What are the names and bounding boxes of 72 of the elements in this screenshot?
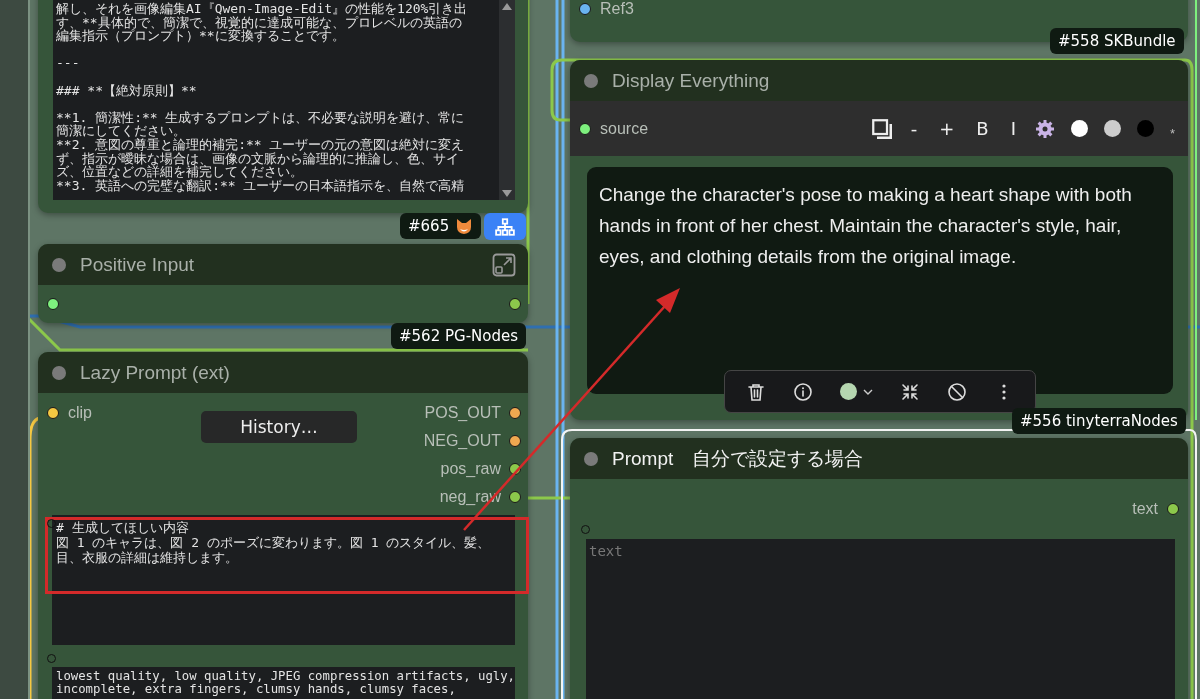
history-button[interactable]: History…: [201, 411, 357, 443]
node-title: Lazy Prompt (ext): [80, 361, 231, 384]
format-button[interactable]: -: [907, 118, 921, 139]
hierarchy-icon: [495, 216, 515, 237]
text-line: ず、指示が曖昧な場合は、画像の文脈から論理的に推論し、色、サイ: [56, 151, 459, 166]
collapse-dot-icon[interactable]: [52, 257, 66, 272]
fox-icon: [455, 217, 474, 235]
input-socket[interactable]: [579, 3, 591, 15]
text-line: 図 1 のキャラは、図 2 のポーズに変わります。図 1 のスタイル、髪、: [56, 535, 491, 550]
text-line: ### **【絶対原則】**: [56, 83, 197, 98]
text-line: **2. 意図の尊重と論理的補完:** ユーザーの元の意図は絶対に変え: [56, 137, 465, 152]
input-socket[interactable]: [47, 407, 59, 419]
text-line: incomplete, extra fingers, clumsy hands, clumsy faces,: [56, 683, 456, 696]
node-title: Positive Input: [80, 253, 196, 276]
text-area[interactable]: text: [586, 539, 1175, 699]
socket-label: NEG_OUT: [423, 432, 501, 450]
input-socket[interactable]: [579, 122, 591, 135]
hierarchy-button[interactable]: [484, 213, 526, 240]
collapse-dot-icon[interactable]: [584, 451, 598, 466]
collapse-dot-icon[interactable]: [584, 73, 598, 88]
bypass-icon[interactable]: [946, 381, 967, 402]
text-line: 簡潔にしてください。: [56, 124, 186, 138]
color-swatch[interactable]: [1136, 120, 1154, 137]
color-swatch[interactable]: [1070, 120, 1088, 137]
copy-icon[interactable]: [871, 118, 892, 139]
badge-text: #556 tinyterraNodes: [1020, 412, 1178, 430]
text-line: ---: [56, 56, 80, 70]
modified-marker: *: [1169, 126, 1175, 141]
text-area[interactable]: lowest quality, low quality, JPEG compression artifacts, ugly, incomplete, extra fingers, clumsy hands, clumsy faces,: [52, 667, 515, 699]
scroll-down-icon[interactable]: [501, 190, 513, 198]
input-socket[interactable]: [47, 298, 59, 310]
socket-label: Ref3: [600, 0, 634, 18]
text-line: 解し、それを画像編集AI『Qwen-Image-Edit』の性能を120%引き出: [56, 2, 468, 16]
badge-text: #665: [408, 217, 450, 235]
badge-text: #562 PG-Nodes: [399, 327, 518, 345]
socket-label: text: [1132, 500, 1158, 518]
trash-icon[interactable]: [746, 381, 767, 402]
format-button[interactable]: +: [936, 118, 958, 139]
node-title: Prompt 自分で設定する場合: [612, 446, 865, 471]
settings-icon[interactable]: [1034, 118, 1055, 139]
socket-label: POS_OUT: [424, 404, 501, 422]
scroll-up-icon[interactable]: [501, 2, 513, 10]
text-line: 目、衣服の詳細は維持します。: [56, 550, 238, 565]
output-socket[interactable]: [1167, 503, 1179, 515]
output-socket[interactable]: [509, 298, 521, 310]
collapse-dot-icon[interactable]: [52, 365, 66, 380]
color-picker-dot[interactable]: [840, 383, 858, 400]
socket-label: source: [600, 119, 649, 138]
text-line: ズ、位置などの詳細を補完してください。: [56, 165, 303, 179]
text-line: 編集指示（プロンプト）**に変換することです。: [56, 29, 345, 43]
color-swatch[interactable]: [1103, 120, 1121, 137]
collapse-icon[interactable]: [899, 381, 920, 402]
text-line: **1. 簡潔性:** 生成するプロンプトは、不必要な説明を避け、常に: [56, 110, 465, 125]
badge-text: #558 SKBundle: [1058, 32, 1176, 50]
expand-icon[interactable]: [492, 252, 516, 277]
output-socket[interactable]: [509, 491, 521, 503]
info-icon[interactable]: [793, 381, 814, 402]
output-socket[interactable]: [509, 407, 521, 419]
output-text: Change the character's pose to making a heart shape with both hands in front of her chest. Maintain the character's style, hair, eyes, and clothing details from the original image.: [587, 167, 1173, 394]
socket-label: pos_raw: [440, 460, 501, 478]
text-line: lowest quality, low quality, JPEG compression artifacts, ugly,: [56, 670, 515, 683]
scrollbar[interactable]: [499, 0, 515, 200]
text-line: # 生成してほしい内容: [56, 520, 189, 535]
text-area[interactable]: # 生成してほしい内容 図 1 のキャラは、図 2 のポーズに変わります。図 1 のスタイル、髪、 目、衣服の詳細は維持します。: [52, 515, 515, 645]
socket-label: clip: [68, 404, 92, 422]
node-title: Display Everything: [612, 69, 771, 92]
text-line: す、**具体的で、簡潔で、視覚的に達成可能な、プロレベルの英語の: [56, 15, 462, 30]
text-line: **3. 英語への完璧な翻訳:** ユーザーの日本語指示を、自然で高精: [56, 178, 465, 193]
format-button[interactable]: B: [973, 118, 992, 139]
output-socket[interactable]: [509, 435, 521, 447]
chevron-down-icon[interactable]: [863, 388, 874, 395]
format-button[interactable]: I: [1007, 118, 1019, 139]
